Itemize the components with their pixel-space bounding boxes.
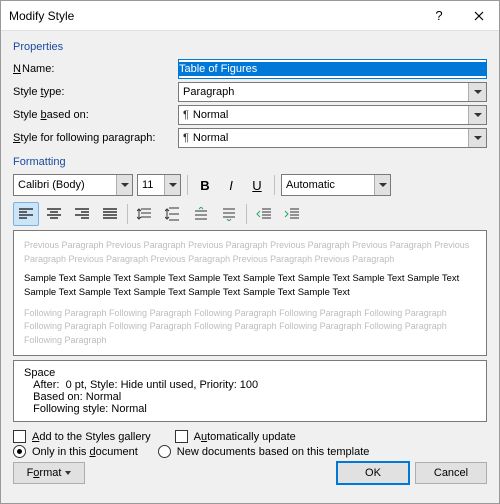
ok-button[interactable]: OK	[337, 462, 409, 484]
formatting-label: Formatting	[13, 156, 487, 168]
align-left-button[interactable]	[13, 202, 39, 226]
close-icon	[474, 11, 484, 21]
font-name-combo[interactable]: Calibri (Body)	[13, 174, 133, 196]
preview-box: Previous Paragraph Previous Paragraph Pr…	[13, 230, 487, 356]
underline-button[interactable]: U	[246, 174, 268, 196]
bold-button[interactable]: B	[194, 174, 216, 196]
help-button[interactable]: ?	[419, 1, 459, 31]
close-button[interactable]	[459, 1, 499, 31]
align-center-button[interactable]	[41, 202, 67, 226]
format-button[interactable]: Format	[13, 462, 85, 484]
only-this-doc-label: Only in this document	[32, 446, 138, 458]
increase-indent-button[interactable]	[279, 202, 305, 226]
spacing-single-button[interactable]	[132, 202, 158, 226]
align-justify-button[interactable]	[97, 202, 123, 226]
name-label: NName:	[13, 63, 178, 75]
decrease-indent-button[interactable]	[251, 202, 277, 226]
title-bar: Modify Style ?	[1, 1, 499, 31]
basedon-label: Style based on:	[13, 109, 178, 121]
dialog-title: Modify Style	[9, 9, 419, 23]
add-to-gallery-checkbox[interactable]	[13, 430, 26, 443]
following-combo[interactable]: ¶Normal	[178, 128, 487, 148]
styletype-combo[interactable]: Paragraph	[178, 82, 487, 102]
auto-update-label: Automatically update	[194, 431, 296, 443]
styletype-label: Style type:	[13, 86, 178, 98]
font-size-combo[interactable]: 11	[137, 174, 181, 196]
new-docs-label: New documents based on this template	[177, 446, 370, 458]
preview-following: Following Paragraph Following Paragraph …	[24, 307, 476, 348]
basedon-combo[interactable]: ¶Normal	[178, 105, 487, 125]
space-after-button[interactable]	[216, 202, 242, 226]
new-docs-radio[interactable]	[158, 445, 171, 458]
chevron-down-icon	[468, 83, 486, 101]
chevron-down-icon	[468, 129, 486, 147]
space-before-button[interactable]	[188, 202, 214, 226]
properties-label: Properties	[13, 41, 487, 53]
preview-previous: Previous Paragraph Previous Paragraph Pr…	[24, 239, 476, 266]
font-color-combo[interactable]: Automatic	[281, 174, 391, 196]
auto-update-checkbox[interactable]	[175, 430, 188, 443]
preview-sample: Sample Text Sample Text Sample Text Samp…	[24, 272, 476, 301]
italic-button[interactable]: I	[220, 174, 242, 196]
spacing-expand-button[interactable]	[160, 202, 186, 226]
modify-style-dialog: Modify Style ? Properties NName: Table o…	[0, 0, 500, 504]
style-description: Space After: 0 pt, Style: Hide until use…	[13, 360, 487, 422]
chevron-down-icon	[65, 471, 71, 475]
cancel-button[interactable]: Cancel	[415, 462, 487, 484]
chevron-down-icon	[468, 106, 486, 124]
add-to-gallery-label: Add to the Styles gallery	[32, 431, 151, 443]
align-right-button[interactable]	[69, 202, 95, 226]
following-label: Style for following paragraph:	[13, 132, 178, 144]
only-this-doc-radio[interactable]	[13, 445, 26, 458]
name-input[interactable]: Table of Figures	[178, 59, 487, 79]
